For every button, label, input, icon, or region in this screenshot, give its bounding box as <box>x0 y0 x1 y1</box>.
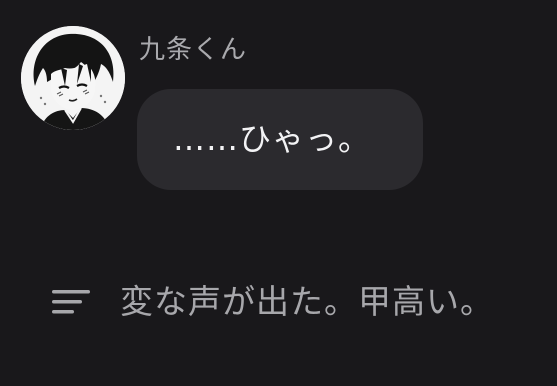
narration-lines-icon <box>52 290 90 314</box>
message-text: ……ひゃっ。 <box>173 120 372 158</box>
avatar[interactable] <box>21 26 125 130</box>
chat-screen: 九条くん ……ひゃっ。 変な声が出た。甲高い。 <box>0 0 557 386</box>
narration-line: 変な声が出た。甲高い。 <box>52 280 494 324</box>
message-bubble[interactable]: ……ひゃっ。 <box>137 89 423 190</box>
narration-text: 変な声が出た。甲高い。 <box>120 282 494 321</box>
manga-boy-avatar-icon <box>21 26 125 130</box>
sender-name: 九条くん <box>139 35 248 65</box>
